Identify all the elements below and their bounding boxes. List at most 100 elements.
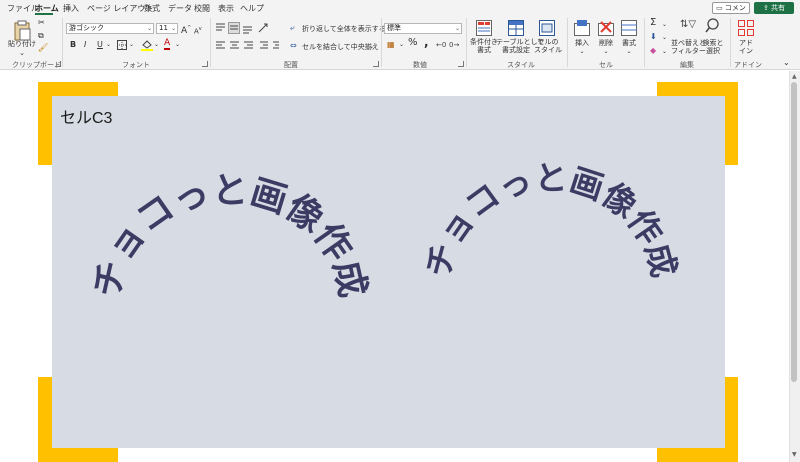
number-group-label: 数値 [413,61,427,69]
increase-decimal-icon[interactable]: ←0 [436,40,446,50]
border-dropdown-icon[interactable]: ⌄ [129,40,134,50]
font-size-value: 11 [159,24,168,32]
addins-label-2: イン [739,47,753,55]
font-color-button[interactable]: A [164,38,171,50]
fill-dropdown-icon[interactable]: ⌄ [662,33,667,43]
sort-filter-label-2: フィルター [671,47,706,55]
horizontal-align-icons [216,41,279,49]
underline-button[interactable]: U [97,40,103,50]
paste-button[interactable]: 貼り付け [6,40,38,48]
underline-dropdown-icon[interactable]: ⌄ [106,40,111,50]
tab-view[interactable]: 表示 [218,3,234,14]
clipboard-launcher-icon[interactable] [55,61,61,67]
delete-dropdown-icon[interactable]: ⌄ [600,48,612,56]
scroll-down-icon[interactable]: ▼ [792,451,797,458]
delete-cells-button[interactable]: 削除 [597,39,615,47]
fill-color-icon[interactable] [141,39,153,51]
font-launcher-icon[interactable] [202,61,208,67]
tab-insert[interactable]: 挿入 [63,3,79,14]
conditional-format-button[interactable]: 条件付き 書式 [469,38,499,54]
paste-dropdown-icon[interactable]: ⌄ [14,49,30,57]
font-color-dropdown-icon[interactable]: ⌄ [175,40,180,50]
shrink-font-button[interactable]: Av [194,24,202,36]
percent-button[interactable]: % [408,38,418,48]
accounting-format-icon[interactable]: ▦ [387,40,395,50]
cell-styles-label-1: セルの [537,38,559,46]
merge-center-button[interactable]: セルを結合して中央揃え [302,43,379,51]
autosum-dropdown-icon[interactable]: ⌄ [662,20,667,30]
italic-button[interactable]: I [84,40,86,50]
grow-font-button[interactable]: A^ [181,23,191,36]
share-button[interactable]: ⇪ 共有 [754,2,794,14]
fill-icon[interactable]: ⬇ [650,32,657,42]
table-format-label-1: テーブルとして [496,38,545,46]
clear-icon[interactable]: ◆ [650,46,656,56]
font-name-field[interactable]: 游ゴシック ⌄ [66,23,154,34]
format-cells-icon [621,20,637,36]
menu-bar: ファイル ホーム 挿入 ページ レイアウト 数式 データ 校閲 表示 ヘルプ ▭… [0,0,800,22]
merge-dropdown-icon[interactable]: ⌄ [369,43,374,51]
addins-group-label: アドイン [734,61,762,69]
find-select-button[interactable]: 検索と 選択 [702,39,724,55]
comment-icon: ▭ [716,4,725,12]
accounting-dropdown-icon[interactable]: ⌄ [399,40,404,50]
scroll-thumb[interactable] [791,82,797,382]
decrease-decimal-icon[interactable]: 0→ [449,40,459,50]
fill-color-dropdown-icon[interactable]: ⌄ [154,40,159,50]
tab-help[interactable]: ヘルプ [240,3,264,14]
number-launcher-icon[interactable] [458,61,464,67]
format-dropdown-icon[interactable]: ⌄ [623,48,635,56]
group-separator [567,18,568,67]
border-icon[interactable] [117,40,127,50]
sort-filter-button[interactable]: 並べ替えと フィルター [671,39,706,55]
table-format-button[interactable]: テーブルとして 書式設定 [496,38,545,54]
autosum-button[interactable]: Σ [650,18,656,28]
font-name-value: 游ゴシック [69,24,104,32]
share-label: 共有 [771,4,786,12]
table-format-icon [508,20,524,36]
tab-review[interactable]: 校閲 [194,3,210,14]
comment-button[interactable]: ▭ コメント [712,2,750,22]
font-size-field[interactable]: 11 ⌄ [156,23,178,34]
cut-icon[interactable]: ✂ [38,18,45,28]
vertical-align-icons [216,22,268,34]
group-separator [210,18,211,67]
conditional-format-icon [476,20,492,36]
group-separator [381,18,382,67]
cells-group-label: セル [599,61,613,69]
insert-dropdown-icon[interactable]: ⌄ [576,48,588,56]
conditional-format-label-2: 書式 [477,46,491,54]
sort-filter-label-1: 並べ替えと [671,39,706,47]
format-cells-button[interactable]: 書式 [620,39,638,47]
ribbon-collapse-chevron-icon[interactable]: ⌄ [783,59,790,67]
format-painter-icon[interactable]: 🖌 [38,43,48,53]
alignment-group-label: 配置 [284,61,298,69]
merge-center-icon: ⇔ [290,41,297,50]
insert-cells-button[interactable]: 挿入 [573,39,591,47]
number-format-field[interactable]: 標準 ⌄ [384,23,462,34]
tab-formulas[interactable]: 数式 [144,3,160,14]
corner-bracket-top-right-vertical [724,82,738,165]
copy-icon[interactable]: ⧉ [38,31,44,41]
alignment-launcher-icon[interactable] [373,61,379,67]
cell-styles-label-2: スタイル [534,46,562,54]
paste-icon[interactable] [12,20,32,42]
group-separator [466,18,467,67]
bold-button[interactable]: B [70,40,76,50]
image-panel[interactable] [52,96,725,448]
clear-dropdown-icon[interactable]: ⌄ [662,47,667,57]
group-separator [62,18,63,67]
wrap-text-button[interactable]: 折り返して全体を表示する [302,25,386,33]
chevron-down-icon: ⌄ [146,25,152,32]
tab-data[interactable]: データ [168,3,192,14]
comma-button[interactable]: , [424,36,429,48]
addins-icon [738,20,754,36]
cell-reference-label: セルC3 [60,110,113,127]
addins-button[interactable]: アド イン [736,39,756,55]
group-separator [644,18,645,67]
delete-cells-icon [598,21,614,36]
group-separator [730,18,731,67]
share-icon: ⇪ [762,4,772,12]
cell-styles-button[interactable]: セルの スタイル [534,38,562,54]
scroll-up-icon[interactable]: ▲ [792,73,797,80]
